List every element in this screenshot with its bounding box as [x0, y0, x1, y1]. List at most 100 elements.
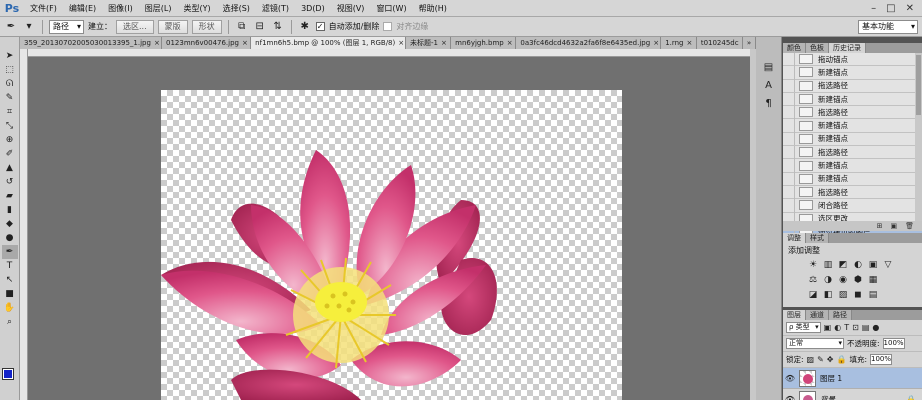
marquee-tool-icon[interactable]: ⬚ — [2, 63, 18, 77]
lasso-tool-icon[interactable]: ᘏ — [2, 77, 18, 91]
fill-input[interactable]: 100% — [870, 354, 892, 365]
filter-shape-icon[interactable]: ⊡ — [852, 323, 859, 332]
history-item[interactable]: 新建锚点 — [783, 172, 922, 186]
tab-document[interactable]: 359_20130702005030013395_1.jpg × — [20, 37, 162, 49]
history-brush-tool-icon[interactable]: ↺ — [2, 175, 18, 189]
eyedropper-tool-icon[interactable]: ⤡ — [2, 119, 18, 133]
tab-channels[interactable]: 通道 — [806, 310, 829, 320]
tab-document[interactable]: 0a3fc46dcd4632a2fa6f8e6435ed.jpg × — [516, 37, 662, 49]
hand-tool-icon[interactable]: ✋ — [2, 301, 18, 315]
close-button[interactable]: ✕ — [906, 3, 914, 14]
quick-select-tool-icon[interactable]: ✎ — [2, 91, 18, 105]
opacity-input[interactable]: 100% — [882, 338, 905, 349]
document-canvas[interactable] — [161, 90, 622, 400]
dodge-tool-icon[interactable]: ● — [2, 231, 18, 245]
close-icon[interactable]: × — [154, 39, 160, 47]
history-source-checkbox[interactable] — [783, 79, 795, 93]
path-operations-icon[interactable]: ⧉ — [235, 20, 249, 34]
tab-document[interactable]: t010245dc — [696, 37, 743, 49]
close-icon[interactable]: × — [687, 39, 693, 47]
history-item[interactable]: 新建锚点 — [783, 132, 922, 147]
adjustment-icon[interactable]: ▣ — [867, 260, 879, 271]
layer-name[interactable]: 背景 — [820, 394, 835, 400]
close-icon[interactable]: × — [653, 39, 659, 47]
history-source-checkbox[interactable] — [783, 198, 795, 212]
adjustment-icon[interactable]: ◑ — [822, 275, 834, 286]
filter-smart-object-icon[interactable]: ▤ — [862, 323, 870, 332]
close-icon[interactable]: × — [507, 39, 513, 47]
history-item[interactable]: 新建锚点 — [783, 92, 922, 107]
history-item[interactable]: 拖选路径 — [783, 185, 922, 200]
history-source-checkbox[interactable] — [783, 119, 795, 133]
history-source-checkbox[interactable] — [783, 105, 795, 119]
new-snapshot-icon[interactable]: ▣ — [890, 221, 897, 231]
menu-view[interactable]: 视图(V) — [331, 0, 371, 17]
tab-history[interactable]: 历史记录 — [829, 43, 866, 53]
history-scrollbar[interactable] — [915, 53, 922, 221]
history-source-checkbox[interactable] — [783, 145, 795, 159]
eye-icon[interactable]: 👁 — [783, 374, 797, 383]
close-icon[interactable]: × — [398, 39, 404, 47]
layer-filter-select[interactable]: ρ 类型 — [786, 322, 821, 333]
character-panel-icon[interactable]: A — [761, 79, 777, 93]
gear-icon[interactable]: ✱ — [298, 20, 312, 34]
history-source-checkbox[interactable] — [783, 159, 795, 173]
pen-tool-icon[interactable]: ✒ — [1, 245, 18, 259]
adjustment-icon[interactable]: ⚖ — [807, 275, 819, 286]
history-item[interactable]: 新建锚点 — [783, 159, 922, 173]
menu-filter[interactable]: 滤镜(T) — [256, 0, 295, 17]
gradient-tool-icon[interactable]: ▮ — [2, 203, 18, 217]
paragraph-panel-icon[interactable]: ¶ — [761, 97, 777, 111]
tab-styles[interactable]: 样式 — [806, 233, 829, 243]
menu-help[interactable]: 帮助(H) — [413, 0, 453, 17]
layer-name[interactable]: 图层 1 — [820, 373, 842, 384]
close-icon[interactable]: × — [441, 39, 447, 47]
tab-paths[interactable]: 路径 — [829, 310, 852, 320]
brush-tool-icon[interactable]: ✐ — [2, 147, 18, 161]
layer-row[interactable]: 👁 图层 1 — [783, 368, 922, 389]
healing-tool-icon[interactable]: ⊕ — [2, 133, 18, 147]
history-item[interactable]: 拖选路径 — [783, 105, 922, 120]
tabs-overflow-button[interactable]: » — [742, 37, 756, 49]
adjustment-icon[interactable]: ▤ — [867, 290, 879, 301]
lock-pixels-icon[interactable]: ✎ — [817, 355, 824, 364]
eye-icon[interactable]: 👁 — [783, 395, 797, 400]
tab-document[interactable]: mn6yjgh.bmp × — [451, 37, 517, 49]
menu-layer[interactable]: 图层(L) — [139, 0, 178, 17]
history-source-checkbox[interactable] — [783, 65, 795, 79]
adjustment-icon[interactable]: ◩ — [837, 260, 849, 271]
make-selection-button[interactable]: 选区... — [116, 19, 154, 34]
history-item[interactable]: 拖动锚点 — [783, 52, 922, 67]
lock-transparent-icon[interactable]: ▨ — [807, 355, 815, 364]
tab-document[interactable]: 1.rng × — [661, 37, 697, 49]
zoom-tool-icon[interactable]: ⌕ — [2, 315, 18, 329]
history-item[interactable]: 拖选路径 — [783, 145, 922, 160]
layer-row[interactable]: 👁 背景 🔒 — [783, 389, 922, 400]
path-select-tool-icon[interactable]: ↖ — [2, 273, 18, 287]
history-item[interactable]: 新建锚点 — [783, 119, 922, 133]
history-source-checkbox[interactable] — [783, 52, 795, 66]
adjustment-icon[interactable]: ◐ — [852, 260, 864, 271]
stamp-tool-icon[interactable]: ▲ — [2, 161, 18, 175]
trash-icon[interactable]: 🗑 — [905, 221, 914, 231]
path-arrangement-icon[interactable]: ⇅ — [271, 20, 285, 34]
history-item[interactable]: 拖选路径 — [783, 79, 922, 93]
menu-select[interactable]: 选择(S) — [217, 0, 256, 17]
blend-mode-select[interactable]: 正常 — [786, 338, 844, 349]
history-source-checkbox[interactable] — [783, 172, 795, 186]
history-source-checkbox[interactable] — [783, 185, 795, 199]
lock-all-icon[interactable]: 🔒 — [837, 355, 847, 364]
tab-adjustments[interactable]: 调整 — [783, 233, 806, 243]
workspace-select[interactable]: 基本功能 — [858, 20, 918, 34]
type-tool-icon[interactable]: T — [2, 259, 18, 273]
auto-add-delete-checkbox[interactable]: ✓ — [315, 22, 325, 31]
tab-layers[interactable]: 图层 — [783, 310, 806, 320]
history-item[interactable]: 闭合路径 — [783, 198, 922, 213]
tab-color[interactable]: 颜色 — [783, 43, 806, 53]
foreground-color-swatch[interactable] — [2, 368, 14, 380]
menu-3d[interactable]: 3D(D) — [295, 0, 331, 17]
adjustment-icon[interactable]: ◧ — [822, 290, 834, 301]
menu-type[interactable]: 类型(Y) — [177, 0, 216, 17]
minimize-button[interactable]: – — [871, 3, 876, 14]
tab-document[interactable]: 未标题-1 × — [406, 37, 452, 49]
